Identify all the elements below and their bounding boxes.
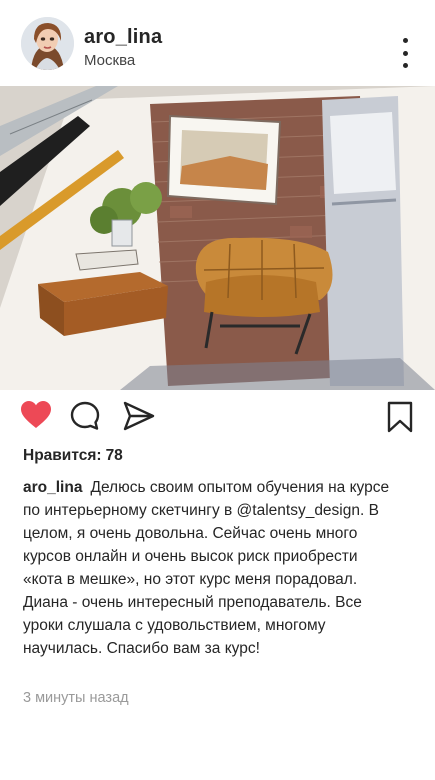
save-button[interactable] — [386, 400, 414, 439]
post-caption: aro_lina Делюсь своим опытом обучения на … — [23, 476, 393, 660]
post-actions — [0, 398, 435, 440]
more-options-button[interactable] — [393, 38, 417, 68]
bookmark-icon — [387, 401, 413, 433]
post-username[interactable]: aro_lina — [84, 26, 162, 49]
likes-number: 78 — [105, 447, 123, 464]
avatar-image — [21, 17, 74, 70]
share-button[interactable] — [122, 400, 156, 437]
post-timestamp: 3 минуты назад — [23, 690, 129, 706]
post-photo[interactable] — [0, 86, 435, 390]
post-header: aro_lina Москва — [0, 0, 435, 88]
heart-icon — [21, 401, 51, 428]
likes-label: Нравится: — [23, 447, 102, 464]
like-button[interactable] — [20, 400, 52, 435]
more-vertical-icon — [402, 38, 408, 43]
caption-author[interactable]: aro_lina — [23, 479, 82, 496]
more-dot — [402, 50, 408, 56]
comment-icon — [70, 401, 100, 430]
post-location[interactable]: Москва — [84, 52, 135, 69]
caption-text: Делюсь своим опытом обучения на курсе по… — [23, 479, 390, 657]
more-dot — [402, 63, 408, 68]
share-icon — [123, 401, 155, 431]
avatar[interactable] — [21, 17, 74, 70]
sketch-image — [0, 86, 435, 390]
instagram-post: aro_lina Москва Нравится: 78 aro_lina Де… — [0, 0, 435, 780]
likes-count[interactable]: Нравится: 78 — [23, 447, 123, 465]
comment-button[interactable] — [69, 400, 101, 437]
